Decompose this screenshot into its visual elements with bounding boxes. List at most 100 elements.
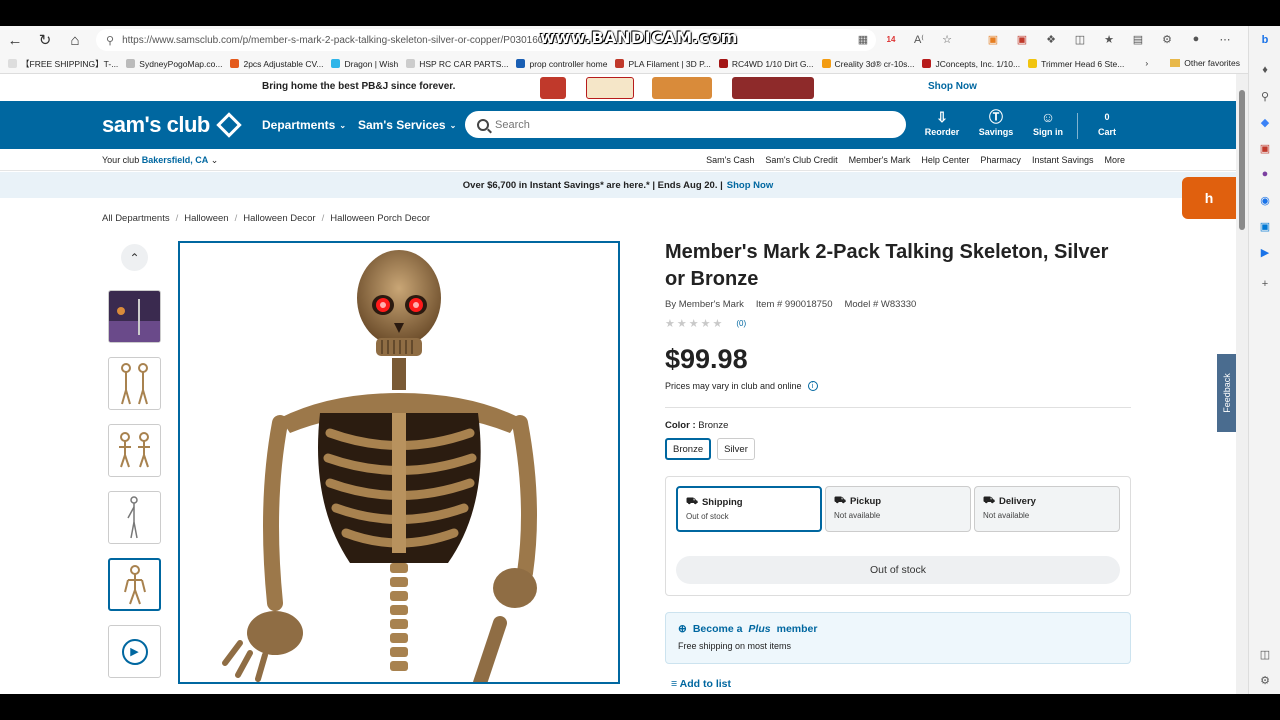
bookmark-item[interactable]: Trimmer Head 6 Ste...	[1028, 59, 1124, 69]
apps-icon[interactable]: ▦	[855, 30, 871, 48]
thumbnail-video[interactable]: ▶	[108, 625, 161, 678]
rating-stars[interactable]: ★ ★ ★ ★ ★ (0)	[665, 317, 1131, 330]
instant-savings-shop-now-link[interactable]: Shop Now	[727, 180, 773, 191]
fulfillment-delivery[interactable]: ⛟ Delivery Not available	[974, 486, 1120, 532]
other-favorites[interactable]: › Other favorites	[1145, 58, 1240, 68]
add-to-list-link[interactable]: ≡ Add to list	[671, 678, 1131, 690]
your-club-selector[interactable]: Your club Bakersfield, CA ⌄	[102, 155, 218, 166]
main-product-image[interactable]	[178, 241, 620, 684]
star-icon: ★	[665, 318, 675, 330]
plus-subtext: Free shipping on most items	[678, 641, 792, 651]
header-divider	[1077, 113, 1078, 139]
search-icon[interactable]: ⚲	[1257, 88, 1273, 104]
extension-orange-icon[interactable]: ▣	[985, 30, 1001, 48]
review-count-link[interactable]: (0)	[736, 319, 746, 328]
bookmark-item[interactable]: SydneyPogoMap.co...	[126, 59, 222, 69]
thumbnail-image[interactable]	[108, 491, 161, 544]
extensions-puzzle-icon[interactable]: ❖	[1043, 30, 1059, 48]
bookmark-item[interactable]: 【FREE SHIPPING】T-...	[8, 58, 118, 70]
breadcrumb-item[interactable]: Halloween Porch Decor	[330, 213, 430, 224]
thumbnail-scroll-down-icon[interactable]: ⌄	[127, 688, 137, 694]
performance-icon[interactable]: ⚙	[1159, 30, 1175, 48]
thumbnail-image[interactable]	[108, 290, 161, 343]
subnav-link-more[interactable]: More	[1104, 155, 1125, 165]
extension-red-icon[interactable]: ▣	[1014, 30, 1030, 48]
more-menu-icon[interactable]: ⋯	[1217, 30, 1233, 48]
bookmark-item[interactable]: JConcepts, Inc. 1/10...	[922, 59, 1020, 69]
promo-shop-now-link[interactable]: Shop Now	[928, 81, 977, 92]
signin-button[interactable]: ☺ Sign in	[1023, 107, 1073, 137]
fulfillment-pickup[interactable]: ⛟ Pickup Not available	[825, 486, 971, 532]
promo-banner[interactable]: Bring home the best PB&J since forever. …	[0, 74, 1236, 101]
extension-badge-icon[interactable]: 14	[883, 30, 899, 48]
search-input[interactable]	[495, 118, 855, 131]
honey-extension-button[interactable]: h	[1182, 177, 1236, 219]
chevron-down-icon: ⌄	[210, 155, 219, 165]
bookmark-item[interactable]: prop controller home	[516, 59, 607, 69]
swatch-silver[interactable]: Silver	[717, 438, 755, 460]
thumbnail-scroll-up-button[interactable]: ⌃	[121, 244, 148, 271]
sams-club-logo[interactable]: sam's club	[102, 112, 242, 138]
reorder-button[interactable]: ⇩ Reorder	[917, 107, 967, 138]
bookmark-item[interactable]: Creality 3d® cr-10s...	[821, 59, 914, 69]
cart-button[interactable]: 0 Cart	[1082, 107, 1132, 137]
feedback-tab[interactable]: Feedback	[1217, 354, 1236, 432]
thumbnail-image[interactable]	[108, 424, 161, 477]
favorites-icon[interactable]: ★	[1101, 30, 1117, 48]
out-of-stock-button[interactable]: Out of stock	[676, 556, 1120, 584]
back-arrow-icon[interactable]: ←	[0, 26, 30, 54]
url-field[interactable]: ⚲ https://www.samsclub.com/p/member-s-ma…	[96, 29, 876, 51]
favorite-star-icon[interactable]: ☆	[939, 30, 955, 48]
subnav-link-credit[interactable]: Sam's Club Credit	[765, 155, 837, 165]
promo-text: Bring home the best PB&J since forever.	[262, 81, 456, 92]
bookmark-item[interactable]: Dragon | Wish	[331, 59, 398, 69]
plus-membership-card[interactable]: ⊕ Become a Plus member Free shipping on mos…	[665, 612, 1131, 664]
departments-menu[interactable]: Departments ⌄	[262, 118, 346, 132]
page-scrollbar[interactable]	[1236, 74, 1248, 694]
split-screen-icon[interactable]: ◫	[1072, 30, 1088, 48]
scrollbar-thumb[interactable]	[1239, 90, 1245, 230]
brand-link[interactable]: By Member's Mark	[665, 299, 744, 310]
people-icon[interactable]: ●	[1257, 166, 1273, 182]
collections-icon[interactable]: ▤	[1130, 30, 1146, 48]
copilot-icon[interactable]: b	[1257, 32, 1273, 48]
refresh-icon[interactable]: ↻	[30, 26, 60, 54]
thumbnail-image[interactable]	[108, 357, 161, 410]
thumbnail-image-selected[interactable]	[108, 558, 161, 611]
bookmark-item[interactable]: HSP RC CAR PARTS...	[406, 59, 508, 69]
shopping-icon[interactable]: ▶	[1257, 244, 1273, 260]
list-icon: ≡	[671, 678, 678, 690]
games-icon[interactable]: ◉	[1257, 192, 1273, 208]
subnav-link-sams-cash[interactable]: Sam's Cash	[706, 155, 754, 165]
fulfillment-options: ⛟ Shipping Out of stock ⛟ Pickup Not avail…	[665, 476, 1131, 596]
savings-button[interactable]: Ⓣ Savings	[971, 107, 1021, 137]
bookmark-item[interactable]: PLA Filament | 3D P...	[615, 59, 711, 69]
subnav-link-help[interactable]: Help Center	[921, 155, 969, 165]
search-box[interactable]	[465, 111, 906, 138]
subnav-link-members-mark[interactable]: Member's Mark	[849, 155, 911, 165]
outlook-icon[interactable]: ▣	[1257, 218, 1273, 234]
add-icon[interactable]: +	[1257, 276, 1273, 292]
delivery-icon: ⛟	[983, 495, 995, 506]
sidebar-layout-icon[interactable]: ◫	[1257, 646, 1273, 662]
swatch-bronze[interactable]: Bronze	[665, 438, 712, 460]
subnav-link-instant-savings[interactable]: Instant Savings	[1032, 155, 1094, 165]
breadcrumb-item[interactable]: All Departments	[102, 213, 170, 224]
logo-diamond-icon	[216, 112, 242, 138]
fulfillment-shipping[interactable]: ⛟ Shipping Out of stock	[676, 486, 822, 532]
bookmark-item[interactable]: 2pcs Adjustable CV...	[230, 59, 323, 69]
services-menu[interactable]: Sam's Services ⌄	[358, 118, 456, 132]
settings-gear-icon[interactable]: ⚙	[1257, 672, 1273, 688]
info-icon[interactable]: i	[807, 381, 818, 391]
tag-icon[interactable]: ◆	[1257, 114, 1273, 130]
read-aloud-icon[interactable]: A⁽	[911, 30, 927, 48]
subnav-link-pharmacy[interactable]: Pharmacy	[980, 155, 1021, 165]
profile-icon[interactable]: ●	[1188, 30, 1204, 48]
home-icon[interactable]: ⌂	[60, 26, 90, 54]
bookmark-favicon-icon	[615, 59, 625, 68]
bookmark-item[interactable]: RC4WD 1/10 Dirt G...	[718, 59, 814, 69]
bell-icon[interactable]: ♦	[1257, 62, 1273, 78]
tools-icon[interactable]: ▣	[1257, 140, 1273, 156]
breadcrumb-item[interactable]: Halloween Decor	[243, 213, 315, 224]
breadcrumb-item[interactable]: Halloween	[184, 213, 228, 224]
